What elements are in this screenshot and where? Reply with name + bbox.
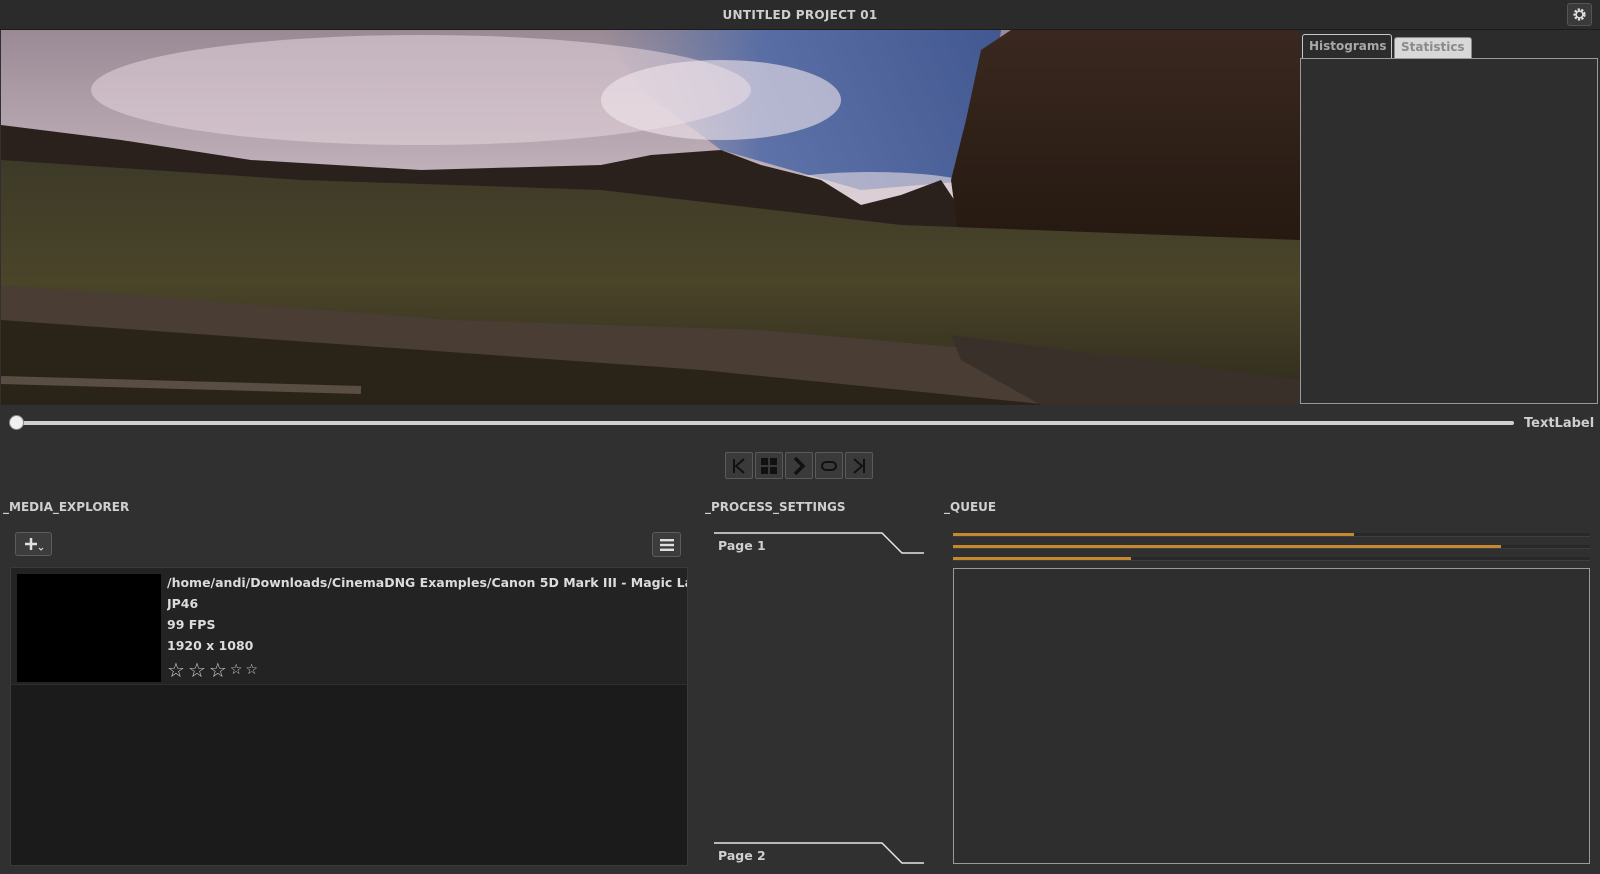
queue-progress-bar [953,545,1590,549]
media-explorer-title: _MEDIA_EXPLORER [3,500,130,514]
clip-resolution: 1920 x 1080 [167,638,254,653]
app-window: UNTITLED PROJECT 01 Histograms Statistic… [0,0,1600,874]
loop-icon [821,460,837,471]
queue-progress-fill [953,557,1132,560]
hamburger-icon [659,538,674,551]
settings-button[interactable] [1567,3,1592,26]
jump-start-button[interactable] [725,452,753,479]
preview-image [1,30,1301,405]
process-page-1[interactable]: Page 1 [714,532,924,554]
histogram-panel: Histograms Statistics [1300,30,1600,405]
queue-list[interactable] [953,568,1590,864]
star-icon[interactable]: ☆ [188,660,206,680]
project-title: UNTITLED PROJECT 01 [722,8,878,22]
title-bar: UNTITLED PROJECT 01 [0,0,1600,30]
clip-info: /home/andi/Downloads/CinemaDNG Examples/… [167,572,687,680]
jump-start-icon [733,457,745,474]
star-icon[interactable]: ☆ [230,663,243,677]
clip-thumbnail [17,574,161,682]
gear-icon [1573,8,1586,21]
queue-progress-bar [953,533,1590,537]
list-item[interactable]: /home/andi/Downloads/CinemaDNG Examples/… [11,568,687,685]
plus-icon [24,538,43,551]
queue-progress-fill [953,545,1501,548]
tab-statistics[interactable]: Statistics [1394,37,1472,58]
process-settings-title: _PROCESS_SETTINGS [705,500,846,514]
jump-end-button[interactable] [845,452,873,479]
media-list[interactable]: /home/andi/Downloads/CinemaDNG Examples/… [10,567,688,866]
clip-fps: 99 FPS [167,617,216,632]
queue-progress-bar [953,557,1590,561]
media-menu-button[interactable] [652,532,681,557]
clip-rating[interactable]: ☆ ☆ ☆ ☆ ☆ [167,660,687,680]
page-1-label: Page 1 [718,538,766,553]
process-page-2[interactable]: Page 2 [714,842,924,864]
add-clip-button[interactable] [15,532,52,556]
grid-view-button[interactable] [755,452,783,479]
queue-progress-fill [953,533,1355,536]
tab-histograms[interactable]: Histograms [1302,34,1392,58]
clip-codec: JP46 [167,596,199,611]
clip-path: /home/andi/Downloads/CinemaDNG Examples/… [167,575,687,590]
queue-title: _QUEUE [944,500,997,514]
page-2-label: Page 2 [718,848,766,863]
play-button[interactable] [785,452,813,479]
transport-controls [725,452,873,479]
star-icon[interactable]: ☆ [167,660,185,680]
timeline-slider[interactable] [14,421,1514,425]
jump-end-icon [853,457,865,474]
histogram-view [1300,58,1598,404]
grid-icon [761,457,777,474]
timeline-slider-handle[interactable] [9,415,24,430]
loop-button[interactable] [815,452,843,479]
play-icon [793,456,806,475]
star-icon[interactable]: ☆ [245,663,258,677]
star-icon[interactable]: ☆ [209,660,227,680]
image-viewer[interactable] [1,30,1301,405]
frame-label: TextLabel [1524,416,1595,431]
